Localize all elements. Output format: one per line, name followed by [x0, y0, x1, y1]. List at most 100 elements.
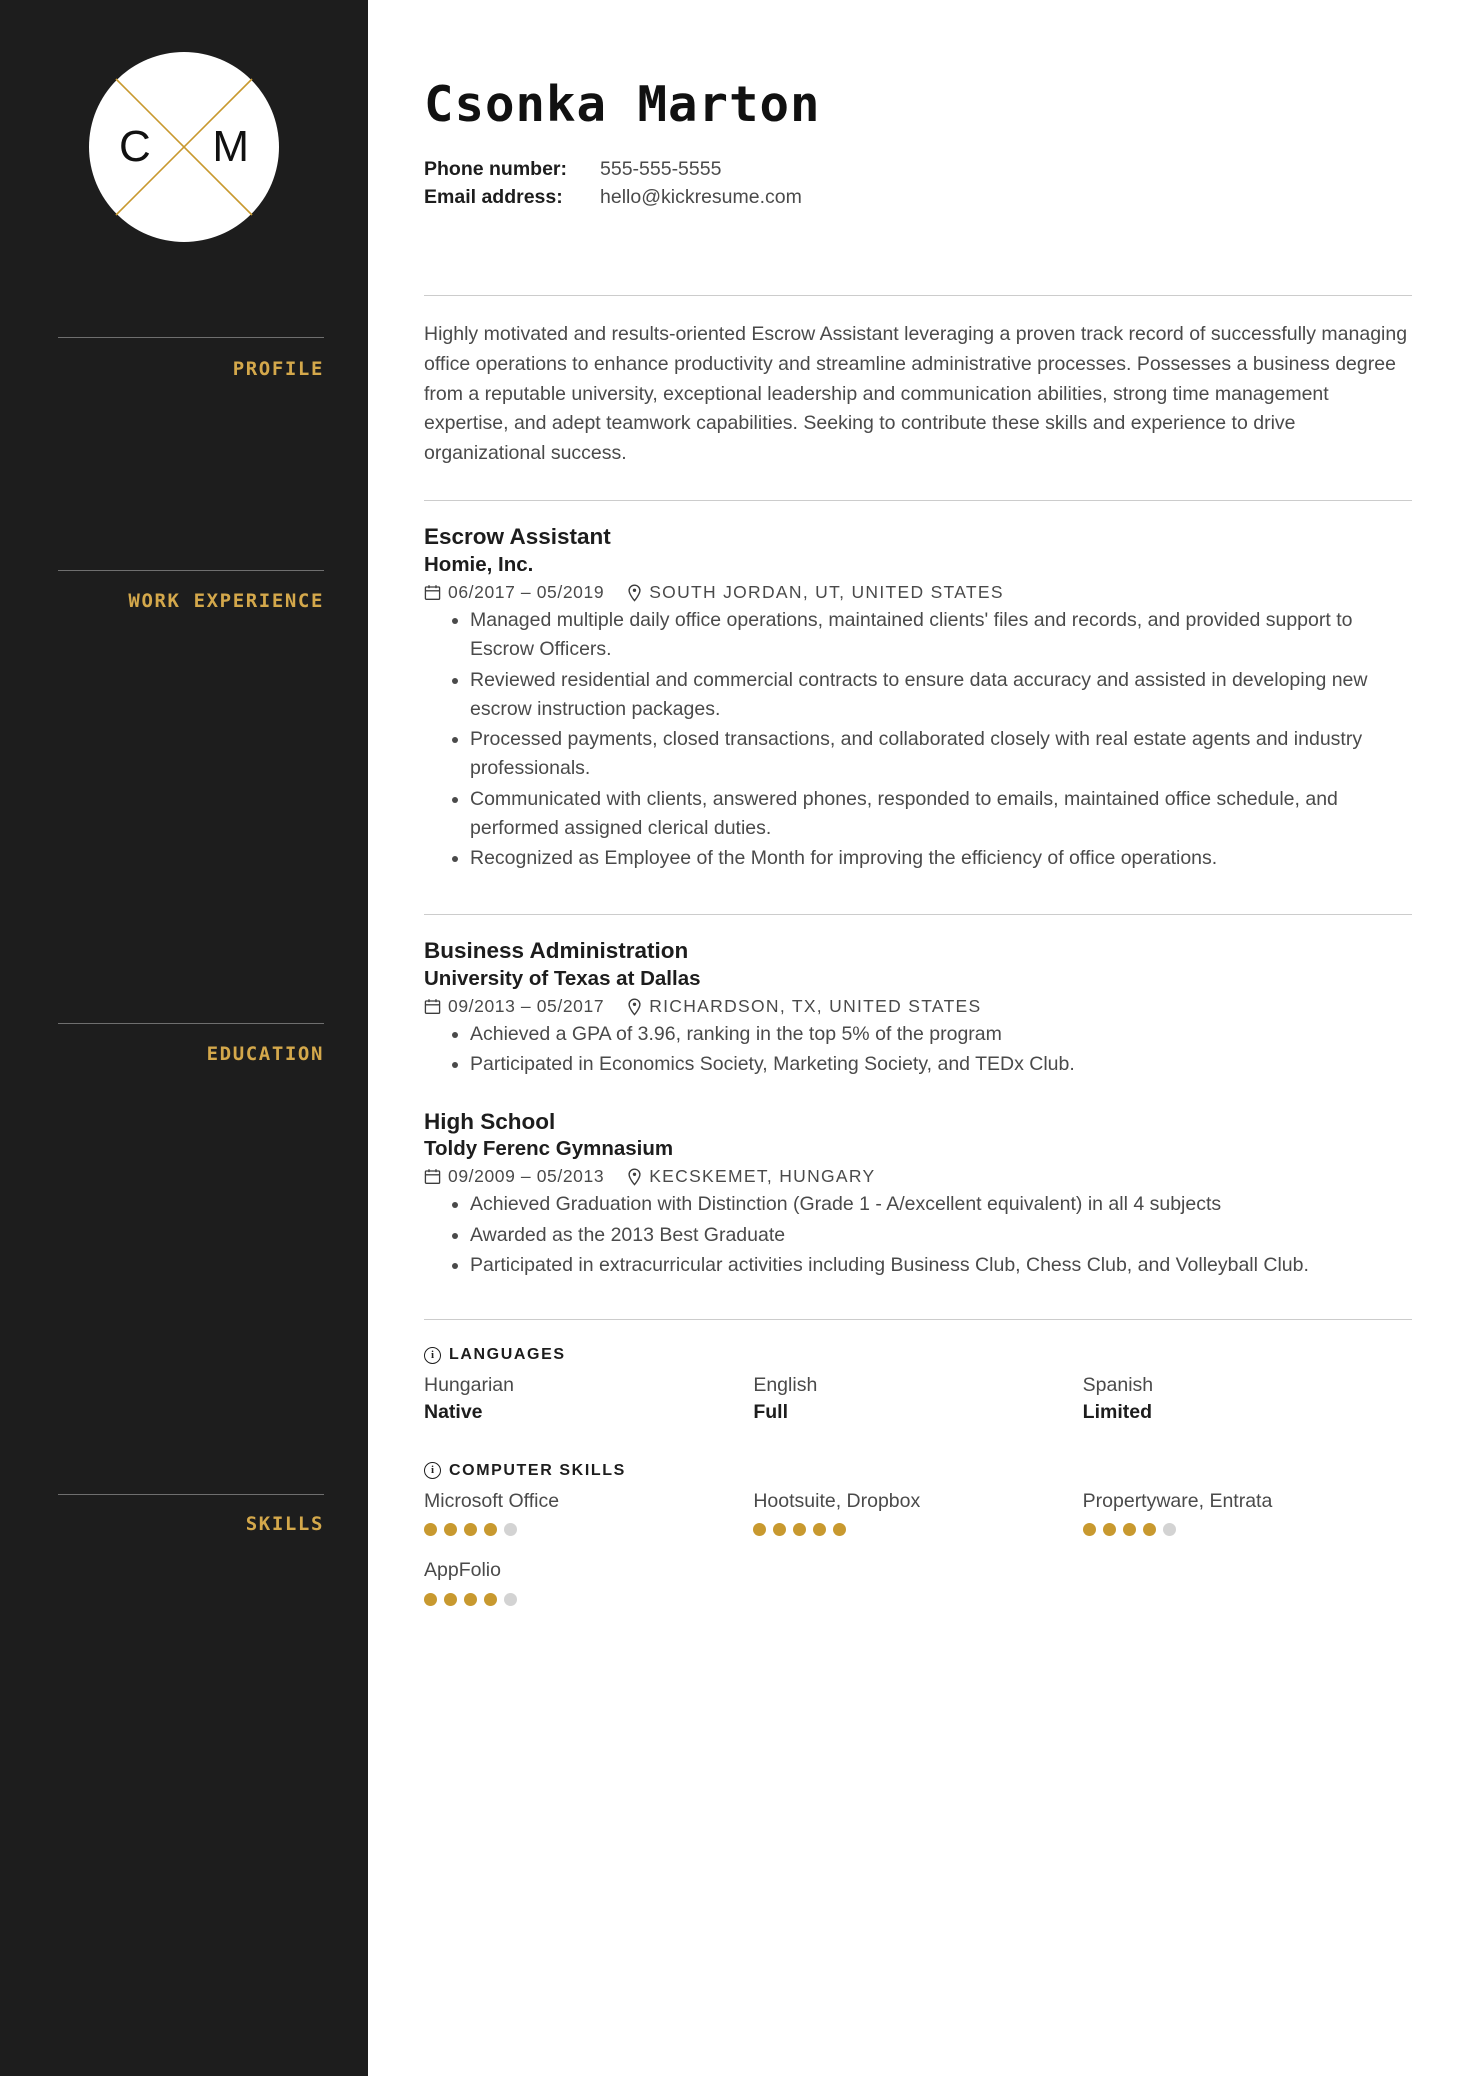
list-item: Awarded as the 2013 Best Graduate: [452, 1221, 1412, 1250]
rating-dot-empty: [1162, 1523, 1176, 1537]
language-level: Native: [424, 1401, 483, 1424]
computer-skill-name: Microsoft Office: [424, 1489, 560, 1512]
language-name: English: [753, 1374, 818, 1397]
page-title: Csonka Marton: [424, 76, 821, 133]
rating-dot-filled: [1082, 1523, 1096, 1537]
sidebar: C M PROFILE WORK EXPERIENCE EDUCATION SK…: [0, 0, 368, 2076]
email-label: Email address:: [424, 185, 563, 208]
rating-dot-filled: [464, 1592, 477, 1606]
education-entry-meta: 09/2013 – 05/2017 RICHARDSON, TX, UNITED…: [424, 996, 1412, 1017]
contact-row-email: Email address: hello@kickresume.com: [424, 184, 1412, 212]
rating-dot-empty: [504, 1592, 517, 1606]
contact-block: Phone number: 555-555-5555 Email address…: [424, 156, 1412, 211]
language-item: Spanish Limited: [1083, 1373, 1412, 1426]
languages-heading-label: LANGUAGES: [449, 1346, 566, 1364]
rating-dot-filled: [753, 1523, 767, 1537]
sidebar-item-skills: SKILLS: [245, 1513, 324, 1535]
language-name: Hungarian: [424, 1374, 514, 1397]
calendar-icon: [424, 1168, 441, 1185]
location-pin-icon: [627, 998, 642, 1016]
rating-dot-filled: [833, 1523, 847, 1537]
language-level: Limited: [1082, 1401, 1152, 1424]
sidebar-divider-work: [58, 570, 324, 571]
work-entry-meta: 06/2017 – 05/2019 SOUTH JORDAN, UT, UNIT…: [424, 582, 1412, 603]
computer-skill-item: AppFolio: [424, 1558, 753, 1606]
language-item: English Full: [753, 1373, 1082, 1426]
sidebar-section-labels: PROFILE WORK EXPERIENCE EDUCATION SKILLS: [0, 0, 368, 2076]
section-education: Business Administration University of Te…: [424, 915, 1412, 1280]
rating-dot-filled: [1122, 1523, 1136, 1537]
work-entry-location: SOUTH JORDAN, UT, UNITED STATES: [649, 582, 1004, 603]
computer-skill-name: Propertyware, Entrata: [1082, 1489, 1273, 1512]
info-icon: i: [424, 1462, 441, 1480]
location-pin-icon: [627, 584, 642, 602]
rating-dot-filled: [444, 1523, 457, 1537]
section-work-experience: Escrow Assistant Homie, Inc. 06/2017 – 0…: [424, 501, 1412, 873]
education-entry-date: 09/2009 – 05/2013: [448, 1166, 605, 1187]
computer-skill-item: Propertyware, Entrata: [1082, 1489, 1412, 1537]
education-entry-title: High School: [424, 1108, 556, 1134]
phone-label: Phone number:: [424, 157, 568, 180]
rating-dots: [1082, 1523, 1412, 1537]
education-entry-location: RICHARDSON, TX, UNITED STATES: [649, 996, 982, 1017]
education-entry-location: KECSKEMET, HUNGARY: [649, 1166, 876, 1187]
rating-dot-filled: [773, 1523, 787, 1537]
computer-skills-heading: i COMPUTER SKILLS: [424, 1462, 1412, 1480]
work-entry-date: 06/2017 – 05/2019: [448, 582, 605, 603]
sidebar-item-profile: PROFILE: [232, 358, 324, 380]
list-item: Processed payments, closed transactions,…: [452, 725, 1412, 784]
education-entry-date: 09/2013 – 05/2017: [448, 996, 605, 1017]
list-item: Participated in extracurricular activiti…: [452, 1251, 1412, 1280]
language-level: Full: [753, 1401, 788, 1424]
language-item: Hungarian Native: [424, 1373, 753, 1426]
rating-dot-filled: [813, 1523, 827, 1537]
education-entry-bullets: Achieved a GPA of 3.96, ranking in the t…: [424, 1020, 1412, 1080]
computer-skill-name: AppFolio: [424, 1559, 501, 1582]
list-item: Reviewed residential and commercial cont…: [452, 666, 1412, 725]
rating-dots: [424, 1592, 753, 1606]
languages-block: i LANGUAGES Hungarian Native English Ful…: [424, 1346, 1412, 1426]
list-item: Achieved a GPA of 3.96, ranking in the t…: [452, 1020, 1412, 1049]
list-item: Communicated with clients, answered phon…: [452, 785, 1412, 844]
languages-grid: Hungarian Native English Full Spanish Li…: [424, 1373, 1412, 1426]
sidebar-item-education: EDUCATION: [206, 1043, 324, 1065]
phone-value: 555-555-5555: [600, 157, 722, 180]
rating-dot-filled: [444, 1592, 457, 1606]
education-entry-title: Business Administration: [424, 938, 689, 964]
computer-skills-heading-label: COMPUTER SKILLS: [449, 1461, 626, 1479]
rating-dot-filled: [793, 1523, 807, 1537]
computer-skills-grid: Microsoft Office Hootsuite, Dropbox Prop…: [424, 1489, 1412, 1606]
list-item: Participated in Economics Society, Marke…: [452, 1050, 1412, 1079]
computer-skill-name: Hootsuite, Dropbox: [753, 1489, 921, 1512]
work-entry-bullets: Managed multiple daily office operations…: [424, 606, 1412, 873]
email-value: hello@kickresume.com: [600, 185, 802, 208]
work-entry-title: Escrow Assistant: [424, 524, 611, 550]
calendar-icon: [424, 584, 441, 601]
work-entry-organization: Homie, Inc.: [424, 552, 534, 576]
rating-dot-filled: [424, 1592, 437, 1606]
main-content: Csonka Marton Phone number: 555-555-5555…: [368, 0, 1468, 2076]
list-item: Achieved Graduation with Distinction (Gr…: [452, 1190, 1412, 1219]
rating-dot-filled: [1102, 1523, 1116, 1537]
education-entry-organization: Toldy Ferenc Gymnasium: [424, 1136, 674, 1160]
education-entry-meta: 09/2009 – 05/2013 KECSKEMET, HUNGARY: [424, 1166, 1412, 1187]
info-icon: i: [424, 1346, 441, 1364]
profile-text: Highly motivated and results-oriented Es…: [424, 323, 1408, 464]
computer-skills-block: i COMPUTER SKILLS Microsoft Office Hoots…: [424, 1462, 1412, 1606]
resume-page: C M PROFILE WORK EXPERIENCE EDUCATION SK…: [0, 0, 1468, 2076]
list-item: Managed multiple daily office operations…: [452, 606, 1412, 665]
work-entry: Escrow Assistant Homie, Inc. 06/2017 – 0…: [424, 523, 1412, 873]
rating-dot-filled: [484, 1523, 497, 1537]
education-entry-organization: University of Texas at Dallas: [424, 966, 701, 990]
rating-dot-empty: [504, 1523, 517, 1537]
list-item: Recognized as Employee of the Month for …: [452, 844, 1412, 873]
rating-dot-filled: [464, 1523, 477, 1537]
rating-dot-filled: [424, 1523, 437, 1537]
education-entry: Business Administration University of Te…: [424, 937, 1412, 1079]
sidebar-divider-profile: [58, 337, 324, 338]
computer-skill-item: Microsoft Office: [424, 1489, 753, 1537]
section-profile: Highly motivated and results-oriented Es…: [424, 296, 1412, 468]
computer-skill-item: Hootsuite, Dropbox: [753, 1489, 1082, 1537]
section-skills: i LANGUAGES Hungarian Native English Ful…: [424, 1320, 1412, 1606]
calendar-icon: [424, 998, 441, 1015]
